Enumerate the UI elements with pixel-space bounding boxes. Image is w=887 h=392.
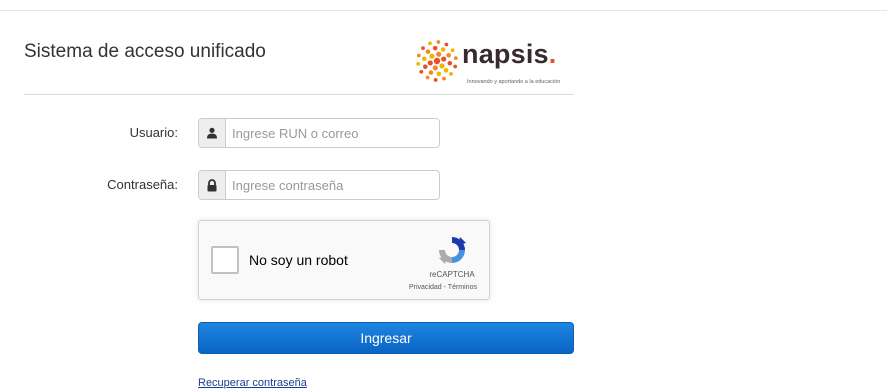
login-page: Sistema de acceso unificado napsis. Inno…: [0, 0, 887, 392]
user-icon: [199, 119, 226, 147]
username-label: Usuario:: [129, 125, 178, 140]
submit-button[interactable]: Ingresar: [198, 322, 574, 354]
username-group: [198, 118, 440, 148]
privacy-link[interactable]: Privacidad: [409, 284, 442, 291]
username-input[interactable]: [226, 119, 439, 147]
recaptcha-widget: No soy un robot reCAPTCHA Privacidad - T…: [198, 220, 490, 300]
recaptcha-icon: [439, 237, 466, 264]
recaptcha-label: No soy un robot: [249, 252, 348, 268]
recover-password-link[interactable]: Recuperar contraseña: [198, 377, 307, 389]
header: Sistema de acceso unificado napsis. Inno…: [24, 27, 574, 95]
page-title: Sistema de acceso unificado: [24, 41, 266, 62]
logo-wordmark: napsis.: [462, 39, 557, 69]
lock-icon: [199, 171, 226, 199]
password-label: Contraseña:: [107, 177, 178, 192]
terms-link[interactable]: Términos: [448, 284, 477, 291]
password-input[interactable]: [226, 171, 439, 199]
top-divider: [0, 10, 887, 11]
logo-tagline: Innovando y aportando a la educación: [467, 79, 561, 85]
password-group: [198, 170, 440, 200]
recaptcha-checkbox[interactable]: [211, 246, 239, 274]
napsis-dots-icon: [416, 40, 458, 82]
recaptcha-brand: reCAPTCHA: [429, 270, 475, 279]
napsis-logo: napsis. Innovando y aportando a la educa…: [412, 33, 577, 89]
recaptcha-links: Privacidad - Términos: [395, 284, 491, 291]
